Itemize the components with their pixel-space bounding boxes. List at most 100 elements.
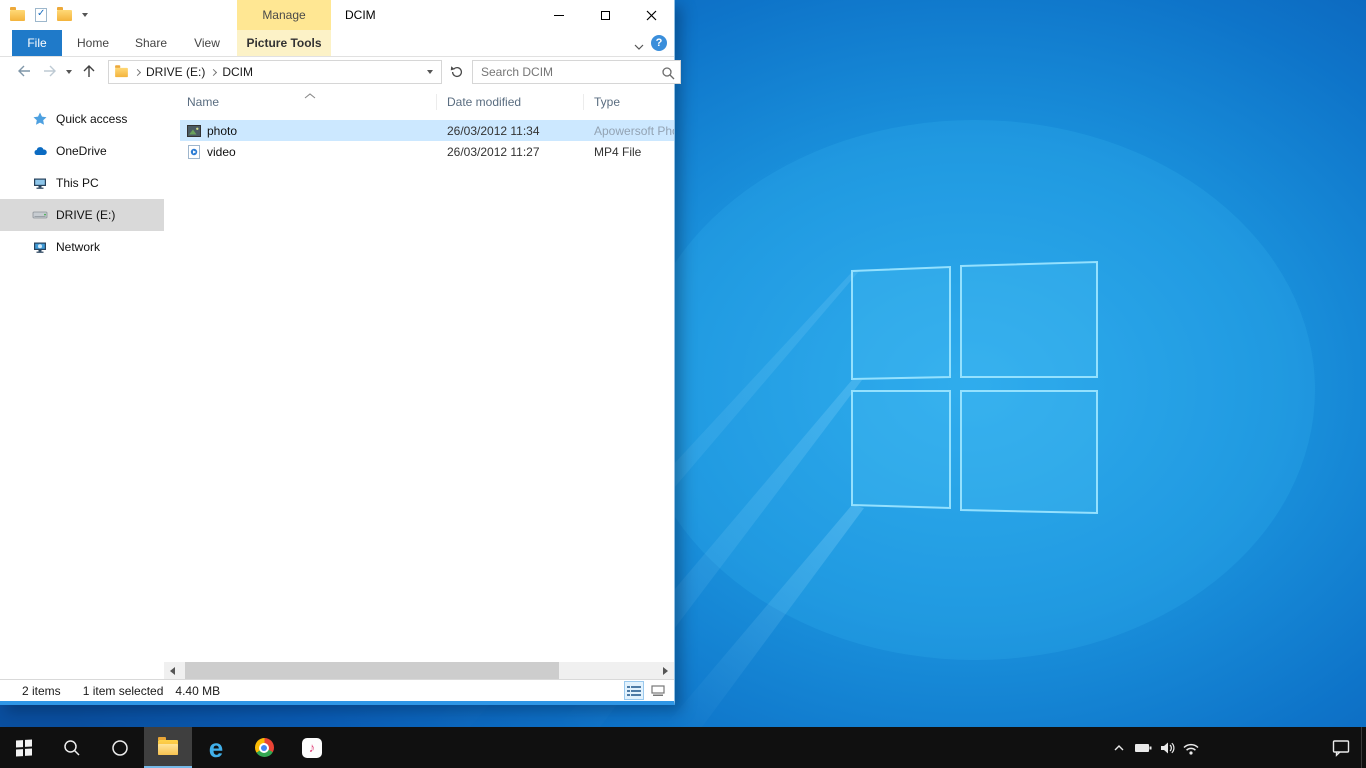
taskbar-search-button[interactable] xyxy=(48,727,96,768)
tray-spacer xyxy=(1203,747,1321,748)
chevron-down-icon xyxy=(634,44,644,50)
address-bar[interactable]: DRIVE (E:) DCIM xyxy=(108,60,442,84)
file-explorer-window: Manage DCIM File Home Share View Picture… xyxy=(0,0,675,705)
file-rows: photo 26/03/2012 11:34 Apowersoft Pho vi… xyxy=(164,120,674,162)
tab-home[interactable]: Home xyxy=(70,30,116,56)
taskbar-edge-button[interactable] xyxy=(192,727,240,768)
properties-qat-icon[interactable] xyxy=(35,8,47,22)
maximize-button[interactable] xyxy=(582,0,628,30)
explorer-app-icon[interactable] xyxy=(10,10,25,21)
arrow-up-icon xyxy=(82,64,96,78)
qat-customize-chevron-icon[interactable] xyxy=(82,13,88,17)
this-pc-icon xyxy=(32,175,48,191)
status-bar: 2 items 1 item selected 4.40 MB xyxy=(0,679,674,701)
tray-volume-button[interactable] xyxy=(1155,727,1179,768)
tab-view[interactable]: View xyxy=(184,30,230,56)
sidebar-item-network[interactable]: Network xyxy=(0,231,164,263)
column-header-type[interactable]: Type xyxy=(594,95,620,109)
column-separator[interactable] xyxy=(583,94,584,110)
tab-picture-tools[interactable]: Picture Tools xyxy=(237,30,331,56)
sidebar-item-quick-access[interactable]: Quick access xyxy=(0,103,164,135)
taskbar-chrome-button[interactable] xyxy=(240,727,288,768)
triangle-left-icon xyxy=(170,667,175,675)
horizontal-scrollbar[interactable] xyxy=(164,662,674,679)
items-count: 2 items xyxy=(22,684,61,698)
cortana-button[interactable] xyxy=(96,727,144,768)
taskbar-itunes-button[interactable] xyxy=(288,727,336,768)
address-dropdown-chevron-icon[interactable] xyxy=(427,70,433,74)
thumbnails-view-button[interactable] xyxy=(648,681,668,700)
details-view-button[interactable] xyxy=(624,681,644,700)
breadcrumb-dcim[interactable]: DCIM xyxy=(222,65,253,79)
ribbon-tab-row: File Home Share View Picture Tools ? xyxy=(0,30,674,57)
help-icon: ? xyxy=(656,37,663,49)
back-button[interactable] xyxy=(16,64,32,81)
file-date-modified: 26/03/2012 11:34 xyxy=(447,124,594,138)
arrow-right-icon xyxy=(42,64,58,78)
window-controls xyxy=(536,0,674,30)
search-icon[interactable] xyxy=(661,66,675,83)
speaker-icon xyxy=(1158,739,1176,757)
file-name: video xyxy=(207,145,447,159)
scrollbar-thumb[interactable] xyxy=(185,662,559,679)
close-button[interactable] xyxy=(628,0,674,30)
minimize-button[interactable] xyxy=(536,0,582,30)
file-date-modified: 26/03/2012 11:27 xyxy=(447,145,594,159)
taskbar xyxy=(0,727,1366,768)
wifi-icon xyxy=(1181,739,1201,757)
sidebar-item-this-pc[interactable]: This PC xyxy=(0,167,164,199)
window-title: DCIM xyxy=(345,0,376,30)
manage-contextual-group-tab[interactable]: Manage xyxy=(237,0,331,30)
thumbnails-view-icon xyxy=(651,685,665,697)
action-center-button[interactable] xyxy=(1321,727,1361,768)
sidebar-item-onedrive[interactable]: OneDrive xyxy=(0,135,164,167)
tray-show-hidden-icons-button[interactable] xyxy=(1107,727,1131,768)
help-button[interactable]: ? xyxy=(651,35,667,51)
photo-file-icon xyxy=(187,124,201,138)
tab-share[interactable]: Share xyxy=(127,30,175,56)
file-type: MP4 File xyxy=(594,145,674,159)
breadcrumb-chevron-icon[interactable] xyxy=(134,68,141,75)
start-button[interactable] xyxy=(0,727,48,768)
show-desktop-button[interactable] xyxy=(1361,727,1366,768)
column-header-date-modified[interactable]: Date modified xyxy=(447,95,521,109)
refresh-button[interactable] xyxy=(446,62,466,82)
maximize-icon xyxy=(601,11,610,20)
itunes-icon xyxy=(302,738,322,758)
file-row-video[interactable]: video 26/03/2012 11:27 MP4 File xyxy=(180,141,674,162)
taskbar-file-explorer-button[interactable] xyxy=(144,727,192,768)
forward-button[interactable] xyxy=(42,64,58,81)
sidebar-item-drive-e[interactable]: DRIVE (E:) xyxy=(0,199,164,231)
close-icon xyxy=(646,10,657,21)
address-folder-icon xyxy=(115,67,128,76)
sidebar-item-label: OneDrive xyxy=(56,144,107,158)
manage-label: Manage xyxy=(262,8,305,22)
search-icon xyxy=(63,739,81,757)
recent-locations-chevron-icon[interactable] xyxy=(66,70,72,74)
navigation-pane: Quick access OneDrive This PC xyxy=(0,87,164,679)
tab-file[interactable]: File xyxy=(12,30,62,56)
usb-drive-icon xyxy=(32,207,48,223)
tray-battery-button[interactable] xyxy=(1131,727,1155,768)
new-folder-qat-icon[interactable] xyxy=(57,10,72,21)
sidebar-item-label: DRIVE (E:) xyxy=(56,208,115,222)
expand-ribbon-button[interactable] xyxy=(634,39,644,53)
navigation-bar: DRIVE (E:) DCIM xyxy=(0,57,674,87)
windows-start-icon xyxy=(16,739,32,756)
breadcrumb-chevron-icon[interactable] xyxy=(210,68,217,75)
sidebar-item-label: This PC xyxy=(56,176,99,190)
column-separator[interactable] xyxy=(436,94,437,110)
file-row-photo[interactable]: photo 26/03/2012 11:34 Apowersoft Pho xyxy=(180,120,674,141)
breadcrumb-drive[interactable]: DRIVE (E:) xyxy=(146,65,205,79)
refresh-icon xyxy=(449,65,463,79)
scroll-left-button[interactable] xyxy=(164,662,181,679)
tray-wifi-button[interactable] xyxy=(1179,727,1203,768)
quick-access-toolbar xyxy=(10,0,98,30)
scroll-right-button[interactable] xyxy=(657,662,674,679)
column-header-name[interactable]: Name xyxy=(187,95,219,109)
search-box xyxy=(472,60,681,84)
up-button[interactable] xyxy=(82,64,96,81)
search-input[interactable] xyxy=(473,61,680,83)
selection-size: 4.40 MB xyxy=(175,684,220,698)
titlebar: Manage DCIM xyxy=(0,0,674,30)
